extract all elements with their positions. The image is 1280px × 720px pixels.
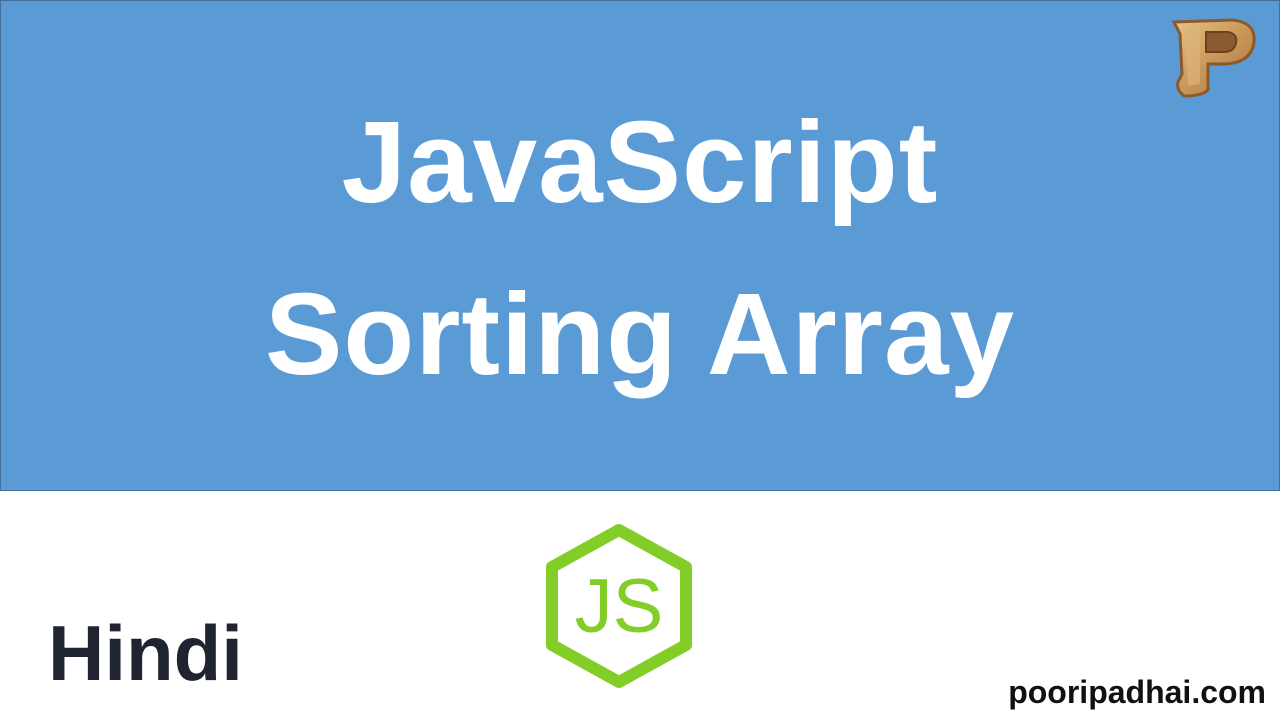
js-logo-text: JS	[575, 564, 664, 649]
site-url: pooripadhai.com	[1008, 674, 1266, 710]
title-line-sorting-array: Sorting Array	[265, 269, 1015, 399]
p-letter-logo-icon	[1171, 18, 1256, 98]
title-line-javascript: JavaScript	[341, 97, 939, 227]
language-label: Hindi	[48, 609, 243, 697]
nodejs-hexagon-icon: JS	[546, 524, 692, 688]
title-banner	[0, 0, 1280, 491]
